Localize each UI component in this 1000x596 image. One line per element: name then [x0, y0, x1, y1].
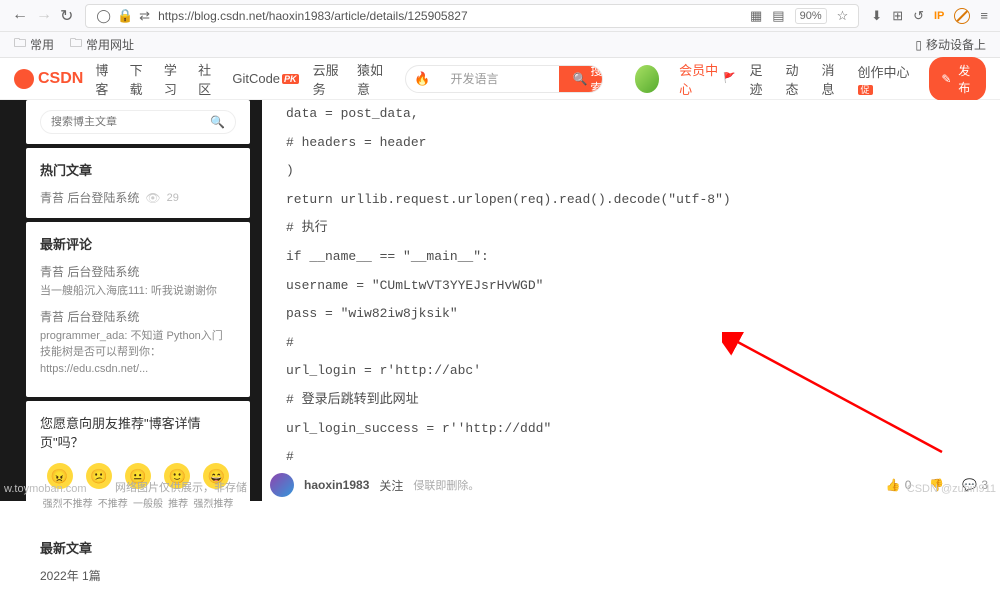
adblock-icon[interactable]: [954, 8, 970, 24]
publish-button[interactable]: ✎ 发布: [929, 57, 986, 101]
csdn-logo[interactable]: CSDN: [14, 69, 83, 89]
code-line: url_login = r'http://abc': [286, 357, 976, 386]
mobile-devices[interactable]: ▯ 移动设备上: [915, 36, 986, 53]
code-line: pass = "wiw82iw8jksik": [286, 300, 976, 329]
folder-icon: 🗀: [14, 34, 26, 55]
shield-icon: ◯: [96, 8, 111, 24]
lock-icon: 🔒: [117, 8, 133, 24]
refresh-button[interactable]: ↻: [60, 6, 73, 26]
comment-item[interactable]: 青苔 后台登陆系统 当一艘船沉入海底111: 听我说谢谢你: [40, 263, 236, 300]
search-input[interactable]: [439, 72, 559, 86]
menu-icon[interactable]: ≡: [980, 8, 988, 23]
undo-icon[interactable]: ↺: [913, 8, 924, 24]
code-line: return urllib.request.urlopen(req).read(…: [286, 186, 976, 215]
latest-comments-card: 最新评论 青苔 后台登陆系统 当一艘船沉入海底111: 听我说谢谢你 青苔 后台…: [26, 222, 250, 397]
dynamic-link[interactable]: 动态: [785, 60, 807, 98]
fire-icon: 🔥: [406, 71, 438, 87]
emoji-unhappy[interactable]: 😕: [86, 463, 112, 489]
card-title: 热门文章: [40, 160, 236, 179]
qr-icon[interactable]: ▦: [750, 8, 762, 24]
code-line: url_login_success = r''http://ddd": [286, 415, 976, 444]
search-icon: 🔍: [573, 72, 588, 86]
code-line: ): [286, 157, 976, 186]
year-archive[interactable]: 2022年 1篇: [40, 567, 236, 584]
code-line: # headers = header: [286, 129, 976, 158]
folder-icon: 🗀: [70, 34, 82, 55]
dev-icon[interactable]: ⊞: [892, 8, 903, 24]
zoom-level[interactable]: 90%: [795, 8, 827, 24]
nav-learn[interactable]: 学习: [164, 60, 184, 98]
logo-icon: [14, 69, 34, 89]
follow-button[interactable]: 关注: [379, 477, 403, 494]
watermark-source: w.toymoban.com: [4, 483, 87, 495]
mobile-icon: ▯: [915, 38, 922, 52]
sidebar-search-card: 🔍: [26, 100, 250, 144]
pen-icon: ✎: [941, 72, 951, 86]
ip-icon[interactable]: IP: [934, 10, 944, 22]
image-disclaimer: 网络图片仅供展示，非存储: [115, 479, 247, 495]
del-note: 侵联即删除。: [413, 477, 479, 493]
nav-gitcode[interactable]: GitCode PK: [232, 60, 298, 98]
hot-badge: 促: [858, 85, 873, 95]
footprint-link[interactable]: 足迹: [749, 60, 771, 98]
latest-articles-card: 最新文章 2022年 1篇: [26, 526, 250, 596]
bookmark-folder-sites[interactable]: 🗀 常用网址: [70, 34, 134, 55]
download-icon[interactable]: ⬇: [871, 8, 882, 24]
article-body: data = post_data, # headers = header ) r…: [262, 100, 1000, 501]
comment-item[interactable]: 青苔 后台登陆系统 programmer_ada: 不知道 Python入门 技…: [40, 308, 236, 378]
card-title: 您愿意向朋友推荐"博客详情页"吗？: [40, 413, 236, 451]
eye-icon: 👁: [145, 191, 160, 205]
code-line: username = "CUmLtwVT3YYEJsrHvWGD": [286, 272, 976, 301]
url-text: https://blog.csdn.net/haoxin1983/article…: [158, 9, 742, 23]
card-title: 最新评论: [40, 234, 236, 253]
author-avatar[interactable]: [270, 473, 294, 497]
author-name[interactable]: haoxin1983: [304, 478, 369, 492]
forward-button[interactable]: →: [36, 6, 52, 26]
watermark-csdn: CSDN @zubin911: [907, 483, 996, 495]
author-bar: haoxin1983 关注 侵联即删除。 👍 0 👎 💬 3: [270, 473, 988, 497]
bookmark-star-icon[interactable]: ☆: [837, 8, 849, 24]
code-line: data = post_data,: [286, 100, 976, 129]
search-icon[interactable]: 🔍: [210, 115, 225, 129]
back-button[interactable]: ←: [12, 6, 28, 26]
sidebar-search-input[interactable]: [51, 116, 210, 128]
permission-icon: ⇄: [139, 8, 150, 24]
pk-badge: PK: [282, 74, 299, 84]
code-line: #: [286, 443, 976, 472]
vip-flag-icon: 🚩: [723, 73, 735, 84]
search-button[interactable]: 🔍 搜索: [559, 65, 603, 93]
search-box[interactable]: 🔥 🔍 搜索: [405, 65, 602, 93]
reader-icon[interactable]: ▤: [772, 8, 784, 24]
nav-blog[interactable]: 博客: [95, 60, 115, 98]
hot-articles-card: 热门文章 青苔 后台登陆系统 👁 29: [26, 148, 250, 218]
nav-cloud[interactable]: 云服务: [313, 60, 343, 98]
vip-link[interactable]: 会员中心 🚩: [679, 60, 735, 98]
bookmark-folder-frequent[interactable]: 🗀 常用: [14, 34, 54, 55]
recommend-card: 您愿意向朋友推荐"博客详情页"吗？ 😠 😕 😐 🙂 😄 强烈不推荐 不推荐 一般…: [26, 401, 250, 522]
hot-article-item[interactable]: 青苔 后台登陆系统 👁 29: [40, 189, 236, 206]
address-bar[interactable]: ◯ 🔒 ⇄ https://blog.csdn.net/haoxin1983/a…: [85, 4, 859, 28]
nav-community[interactable]: 社区: [198, 60, 218, 98]
nav-download[interactable]: 下载: [130, 60, 150, 98]
nav-inkstone[interactable]: 猿如意: [357, 60, 387, 98]
messages-link[interactable]: 消息: [822, 60, 844, 98]
code-line: # 执行: [286, 214, 976, 243]
code-line: #: [286, 329, 976, 358]
card-title: 最新文章: [40, 538, 236, 557]
code-line: if __name__ == "__main__":: [286, 243, 976, 272]
code-line: # 登录后跳转到此网址: [286, 386, 976, 415]
user-avatar[interactable]: [635, 65, 660, 93]
creative-link[interactable]: 创作中心 促: [858, 62, 918, 96]
